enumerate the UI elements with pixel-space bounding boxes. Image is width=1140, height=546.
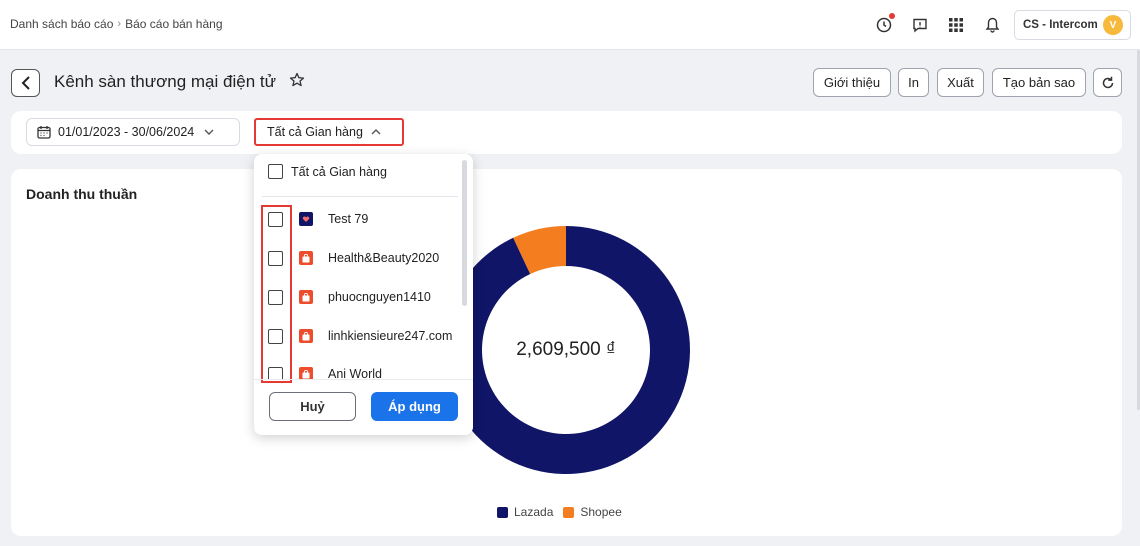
store-label: Ani World — [328, 367, 382, 379]
divider — [254, 379, 473, 380]
select-all-option[interactable]: Tất cả Gian hàng — [268, 164, 387, 179]
store-label: Test 79 — [328, 212, 369, 226]
lazada-shop-icon — [299, 212, 313, 226]
store-option[interactable]: linhkiensieure247.com — [268, 326, 452, 346]
legend-item-shopee[interactable]: Shopee — [563, 505, 622, 519]
shopee-shop-icon — [299, 251, 313, 265]
checkbox-highlight-box — [261, 205, 292, 383]
donut-chart — [442, 226, 690, 474]
divider — [262, 196, 458, 197]
chart-center-label: 2,609,500 ₫ — [516, 339, 616, 360]
select-all-label: Tất cả Gian hàng — [291, 164, 387, 179]
cancel-button[interactable]: Huỷ — [269, 392, 356, 421]
legend-item-lazada[interactable]: Lazada — [497, 505, 553, 519]
shopee-shop-icon — [299, 367, 313, 379]
store-label: linhkiensieure247.com — [328, 329, 453, 343]
store-option[interactable]: phuocnguyen1410 — [268, 287, 431, 307]
shopee-shop-icon — [299, 290, 313, 304]
legend-label: Lazada — [514, 505, 554, 519]
store-label: Health&Beauty2020 — [328, 251, 440, 265]
store-label: phuocnguyen1410 — [328, 290, 431, 304]
store-option[interactable]: Health&Beauty2020 — [268, 248, 439, 268]
legend-swatch — [563, 506, 575, 518]
chart-legend: Lazada Shopee — [497, 505, 622, 519]
shopee-shop-icon — [299, 329, 313, 343]
apply-button[interactable]: Áp dụng — [371, 392, 458, 421]
dropdown-scrollbar[interactable] — [462, 160, 467, 306]
select-all-checkbox[interactable] — [268, 164, 283, 179]
legend-label: Shopee — [580, 505, 622, 519]
legend-swatch — [497, 506, 508, 518]
